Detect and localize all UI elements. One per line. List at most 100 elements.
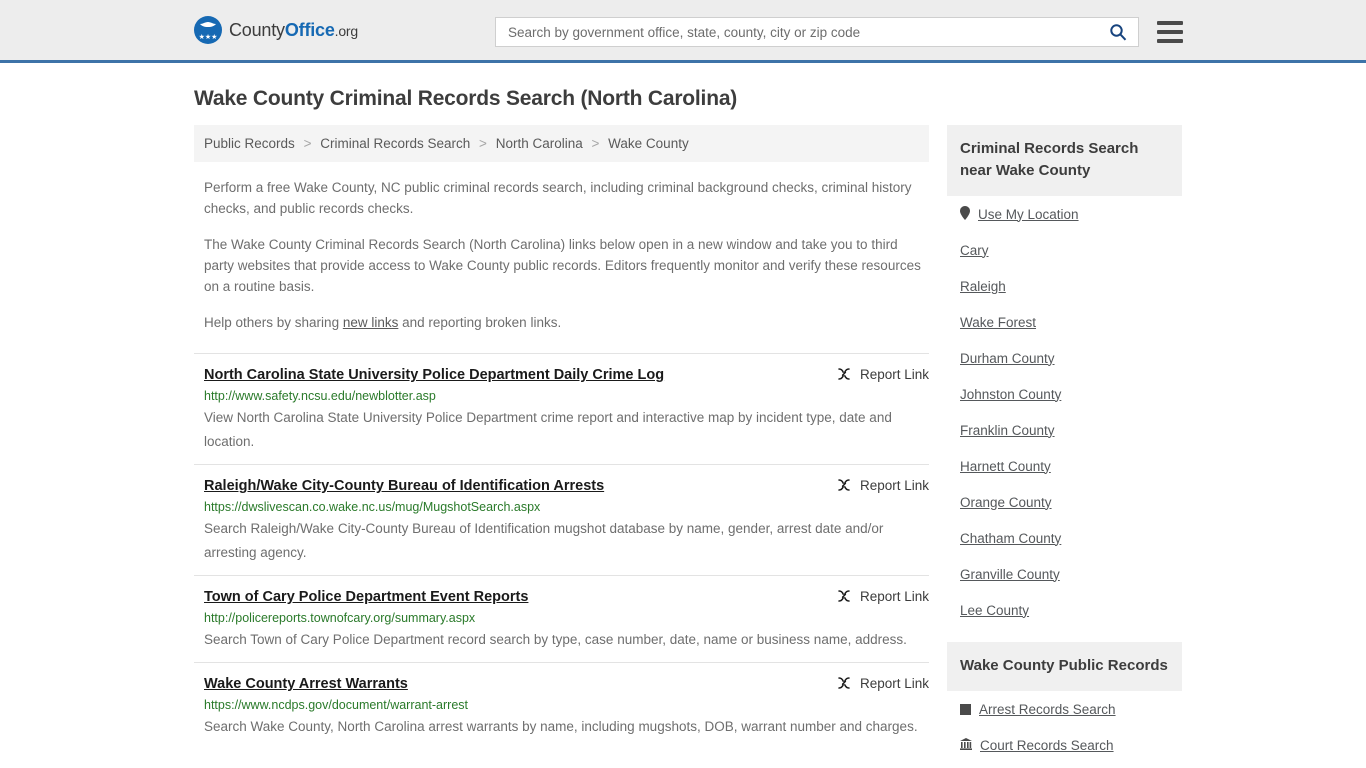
- report-link-button[interactable]: Report Link: [836, 588, 929, 604]
- map-pin-glyph: [960, 206, 970, 220]
- logo-text-org: .org: [334, 22, 359, 39]
- result-description: View North Carolina State University Pol…: [204, 410, 892, 449]
- result-title-link[interactable]: North Carolina State University Police D…: [204, 366, 664, 384]
- logo-text: CountyOffice.org: [229, 20, 358, 41]
- sidebar-link[interactable]: Orange County: [960, 495, 1052, 510]
- page-container: Wake County Criminal Records Search (Nor…: [0, 87, 1366, 768]
- broken-link-icon: [838, 368, 850, 380]
- sidebar-item-arrest-records-search[interactable]: Arrest Records Search: [960, 691, 1182, 727]
- sidebar-item-harnett-county[interactable]: Harnett County: [960, 448, 1182, 484]
- broken-link-icon: [838, 590, 850, 602]
- sidebar-link[interactable]: Franklin County: [960, 423, 1055, 438]
- sidebar-link[interactable]: Arrest Records Search: [979, 702, 1116, 717]
- breadcrumb: Public Records > Criminal Records Search…: [194, 125, 929, 162]
- sidebar-item-use-my-location[interactable]: Use My Location: [960, 196, 1182, 232]
- sidebar-item-wake-forest[interactable]: Wake Forest: [960, 304, 1182, 340]
- sidebar: Criminal Records Search near Wake County…: [947, 125, 1182, 768]
- report-link-label: Report Link: [859, 477, 929, 493]
- result-description: Search Town of Cary Police Department re…: [204, 632, 907, 647]
- search-icon[interactable]: [1098, 18, 1138, 46]
- sidebar-item-orange-county[interactable]: Orange County: [960, 484, 1182, 520]
- map-pin-icon: [960, 206, 970, 222]
- breadcrumb-separator: >: [479, 136, 487, 151]
- sidebar-link[interactable]: Cary: [960, 243, 989, 258]
- sidebar-link[interactable]: Wake Forest: [960, 315, 1036, 330]
- search-box[interactable]: [495, 17, 1139, 47]
- sidebar-item-johnston-county[interactable]: Johnston County: [960, 376, 1182, 412]
- search-input[interactable]: [506, 19, 1098, 45]
- stars-glyph: ★★★: [198, 34, 218, 41]
- new-links-link[interactable]: new links: [343, 315, 399, 330]
- hamburger-menu-icon[interactable]: [1157, 21, 1183, 43]
- result-title-link[interactable]: Town of Cary Police Department Event Rep…: [204, 588, 528, 606]
- sidebar-nearby-list: Use My Location Cary Raleigh Wake Forest…: [947, 196, 1182, 628]
- sidebar-item-cary[interactable]: Cary: [960, 232, 1182, 268]
- breadcrumb-item-wake-county[interactable]: Wake County: [608, 136, 689, 151]
- sidebar-item-court-records-search[interactable]: Court Records Search: [960, 727, 1182, 763]
- eagle-icon: ★★★: [194, 16, 222, 44]
- sidebar-item-lee-county[interactable]: Lee County: [960, 592, 1182, 628]
- sidebar-link[interactable]: Harnett County: [960, 459, 1051, 474]
- eagle-svg: [200, 22, 216, 27]
- result-header: Raleigh/Wake City-County Bureau of Ident…: [204, 477, 929, 495]
- report-link-label: Report Link: [859, 366, 929, 382]
- sidebar-item-franklin-county[interactable]: Franklin County: [960, 412, 1182, 448]
- sidebar-item-durham-county[interactable]: Durham County: [960, 340, 1182, 376]
- breadcrumb-item-criminal-records-search[interactable]: Criminal Records Search: [320, 136, 470, 151]
- search-area: [495, 17, 1183, 47]
- sidebar-link[interactable]: Raleigh: [960, 279, 1006, 294]
- result-description: Search Wake County, North Carolina arres…: [204, 719, 918, 734]
- sidebar-link[interactable]: Chatham County: [960, 531, 1061, 546]
- hamburger-bar: [1157, 21, 1183, 25]
- use-my-location-link[interactable]: Use My Location: [978, 207, 1079, 222]
- sidebar-panel-nearby: Criminal Records Search near Wake County…: [947, 125, 1182, 628]
- sidebar-link[interactable]: Durham County: [960, 351, 1055, 366]
- intro-p3-before: Help others by sharing: [204, 315, 343, 330]
- sidebar-link[interactable]: Lee County: [960, 603, 1029, 618]
- sidebar-item-raleigh[interactable]: Raleigh: [960, 268, 1182, 304]
- logo-text-county: County: [229, 19, 285, 40]
- sidebar-link[interactable]: Granville County: [960, 567, 1060, 582]
- site-logo[interactable]: ★★★ CountyOffice.org: [194, 16, 358, 44]
- result-title-link[interactable]: Wake County Arrest Warrants: [204, 675, 408, 693]
- results-list: North Carolina State University Police D…: [194, 353, 929, 749]
- breadcrumb-item-north-carolina[interactable]: North Carolina: [496, 136, 583, 151]
- intro-p3-after: and reporting broken links.: [398, 315, 562, 330]
- result-item: Town of Cary Police Department Event Rep…: [194, 575, 929, 662]
- page-title: Wake County Criminal Records Search (Nor…: [194, 87, 738, 110]
- sidebar-item-granville-county[interactable]: Granville County: [960, 556, 1182, 592]
- sidebar-item-chatham-county[interactable]: Chatham County: [960, 520, 1182, 556]
- result-title-link[interactable]: Raleigh/Wake City-County Bureau of Ident…: [204, 477, 604, 495]
- result-header: Wake County Arrest Warrants Report Link: [204, 675, 929, 693]
- report-link-button[interactable]: Report Link: [836, 675, 929, 691]
- sidebar-panel-public-records: Wake County Public Records Arrest Record…: [947, 642, 1182, 763]
- result-item: Wake County Arrest Warrants Report Link …: [194, 662, 929, 749]
- search-glyph: [1110, 24, 1127, 41]
- report-link-label: Report Link: [859, 675, 929, 691]
- result-header: North Carolina State University Police D…: [204, 366, 929, 384]
- result-url: https://dwslivescan.co.wake.nc.us/mug/Mu…: [204, 500, 541, 514]
- intro-paragraph-3: Help others by sharing new links and rep…: [204, 312, 922, 333]
- jail-icon: [960, 703, 971, 715]
- report-link-button[interactable]: Report Link: [836, 477, 929, 493]
- sidebar-link[interactable]: Court Records Search: [980, 738, 1114, 753]
- breadcrumb-item-public-records[interactable]: Public Records: [204, 136, 295, 151]
- broken-link-icon: [838, 677, 850, 689]
- result-item: Raleigh/Wake City-County Bureau of Ident…: [194, 464, 929, 575]
- courthouse-icon: [960, 738, 972, 752]
- hamburger-bar: [1157, 39, 1183, 43]
- sidebar-heading-nearby: Criminal Records Search near Wake County: [947, 125, 1182, 196]
- site-header: ★★★ CountyOffice.org: [0, 0, 1366, 63]
- logo-text-office: Office: [284, 19, 335, 40]
- breadcrumb-separator: >: [303, 136, 312, 151]
- sidebar-link[interactable]: Johnston County: [960, 387, 1061, 402]
- courthouse-glyph: [960, 738, 972, 750]
- intro-section: Perform a free Wake County, NC public cr…: [194, 177, 929, 333]
- intro-paragraph-2: The Wake County Criminal Records Search …: [204, 237, 921, 294]
- report-link-label: Report Link: [859, 588, 929, 604]
- report-link-button[interactable]: Report Link: [836, 366, 929, 382]
- result-description: Search Raleigh/Wake City-County Bureau o…: [204, 521, 884, 560]
- eagle-glyph: [194, 20, 222, 32]
- result-header: Town of Cary Police Department Event Rep…: [204, 588, 929, 606]
- hamburger-bar: [1157, 30, 1183, 34]
